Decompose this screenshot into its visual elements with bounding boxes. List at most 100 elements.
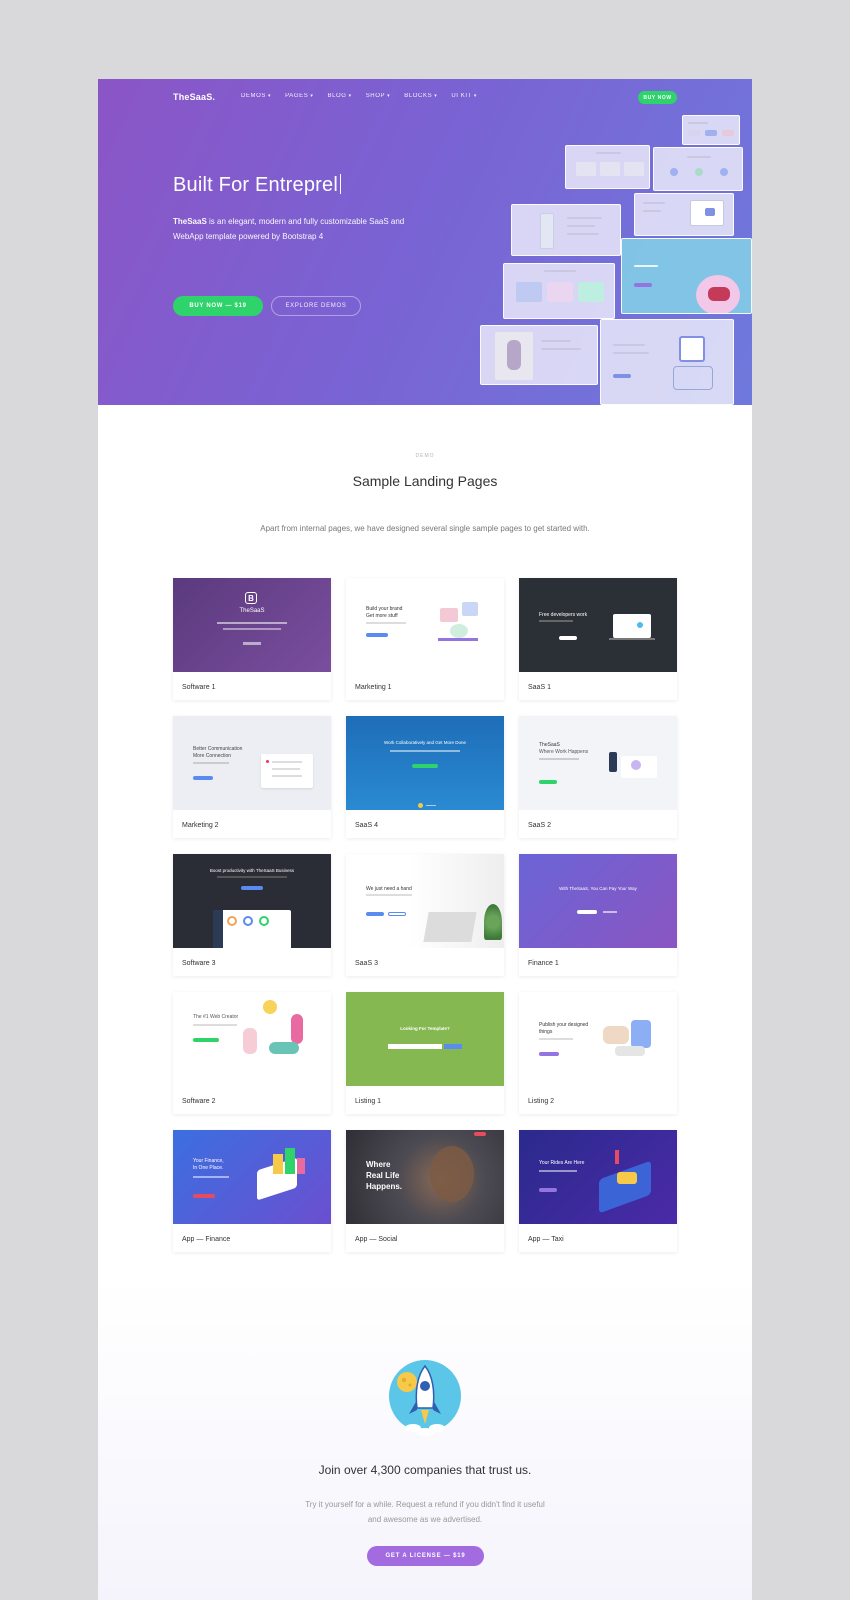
hero-title-text: Built For Entreprel <box>173 174 338 196</box>
thumbnail-title: With TheSaaS, You Can Pay Your Way <box>559 886 637 891</box>
demo-thumbnail: Looking For Template? <box>346 992 504 1086</box>
thumbnail-title: Boost productivity with TheSaaS Business <box>209 868 295 873</box>
section-description: Apart from internal pages, we have desig… <box>260 524 590 533</box>
demo-card-software-2[interactable]: The #1 Web Creator Software 2 <box>173 992 331 1114</box>
logo[interactable]: TheSaaS. <box>173 92 215 102</box>
thumbnail-subtitle: More Connection <box>193 753 232 759</box>
mockup-thumbnail <box>565 145 650 189</box>
hero-buy-button[interactable]: BUY NOW — $19 <box>173 296 263 316</box>
card-label: Marketing 1 <box>355 684 392 691</box>
nav-item-label: BLOG <box>327 93 347 99</box>
demo-card-saas-2[interactable]: TheSaaS Where Work Happens SaaS 2 <box>519 716 677 838</box>
demo-thumbnail: Work Collaboratively and Get More Done <box>346 716 504 810</box>
demo-card-software-3[interactable]: Boost productivity with TheSaaS Business… <box>173 854 331 976</box>
nav-item-pages[interactable]: PAGES ▾ <box>285 93 313 99</box>
nav-item-shop[interactable]: SHOP ▾ <box>366 93 391 99</box>
thumbnail-title: Your Rides Are Here <box>539 1160 585 1166</box>
card-label: App — Taxi <box>528 1236 564 1243</box>
mockup-thumbnail <box>511 204 621 256</box>
nav-item-label: BLOCKS <box>404 93 433 99</box>
hero-title: Built For Entreprel <box>173 174 341 197</box>
nav-item-label: DEMOS <box>241 93 267 99</box>
card-label: SaaS 3 <box>355 960 378 967</box>
nav-item-blog[interactable]: BLOG ▾ <box>328 93 352 99</box>
demo-card-software-1[interactable]: B TheSaaS Software 1 <box>173 578 331 700</box>
hero-section: TheSaaS. DEMOS ▾ PAGES ▾ BLOG ▾ SHOP ▾ BLOCK… <box>98 79 752 405</box>
thumbnail-title: TheSaaS <box>539 742 560 748</box>
demo-thumbnail: Boost productivity with TheSaaS Business <box>173 854 331 948</box>
cta-description: Try it yourself for a while. Request a r… <box>305 1500 545 1524</box>
thumbnail-title: The #1 Web Creator <box>193 1014 239 1020</box>
rocket-icon <box>389 1360 461 1436</box>
demo-thumbnail: Publish your designed things <box>519 992 677 1086</box>
card-label: SaaS 2 <box>528 822 551 829</box>
card-label: Listing 2 <box>528 1098 555 1105</box>
demo-thumbnail: We just need a hand <box>346 854 504 948</box>
thumbnail-title: Better Communication <box>193 746 243 752</box>
buy-now-button[interactable]: BUY NOW <box>638 91 677 104</box>
thumbnail-title: Happens. <box>366 1182 403 1191</box>
bootstrap-icon: B <box>245 592 257 604</box>
explore-demos-button[interactable]: EXPLORE DEMOS <box>271 296 361 316</box>
card-label: Software 3 <box>182 960 216 967</box>
mockup-thumbnail <box>600 319 734 405</box>
card-label: Software 2 <box>182 1098 216 1105</box>
thumbnail-subtitle: In One Place. <box>193 1165 224 1171</box>
demo-card-listing-1[interactable]: Looking For Template? Listing 1 <box>346 992 504 1114</box>
main-nav: DEMOS ▾ PAGES ▾ BLOG ▾ SHOP ▾ BLOCKS ▾ UI KIT… <box>241 93 491 99</box>
section-eyebrow: DEMO <box>415 453 435 459</box>
thumbnail-title: Looking For Template? <box>400 1026 450 1031</box>
demo-card-saas-1[interactable]: Free developers work SaaS 1 <box>519 578 677 700</box>
thumbnail-subtitle: Where Work Happens <box>539 749 589 755</box>
thumbnail-title: Real Life <box>366 1171 400 1180</box>
demo-thumbnail: The #1 Web Creator <box>173 992 331 1086</box>
get-license-button[interactable]: GET A LICENSE — $19 <box>367 1546 484 1566</box>
demo-card-marketing-2[interactable]: Better Communication More Connection Mar… <box>173 716 331 838</box>
hero-description-text: is an elegant, modern and fully customiz… <box>173 217 405 241</box>
mockup-thumbnail <box>653 147 743 191</box>
demo-card-saas-3[interactable]: We just need a hand SaaS 3 <box>346 854 504 976</box>
thumbnail-title: Free developers work <box>539 612 588 618</box>
card-label: Software 1 <box>182 684 216 691</box>
card-label: App — Finance <box>182 1236 231 1243</box>
cta-title: Join over 4,300 companies that trust us. <box>318 1463 532 1477</box>
demo-thumbnail: Your Finance, In One Place. <box>173 1130 331 1224</box>
card-label: Marketing 2 <box>182 822 219 829</box>
card-label: Listing 1 <box>355 1098 382 1105</box>
demo-card-finance-1[interactable]: With TheSaaS, You Can Pay Your Way Finan… <box>519 854 677 976</box>
mockup-thumbnail <box>480 325 598 385</box>
demo-thumbnail: Build your brand Get more stuff <box>346 578 504 672</box>
demo-thumbnail: Where Real Life Happens. <box>346 1130 504 1224</box>
demo-card-listing-2[interactable]: Publish your designed things Listing 2 <box>519 992 677 1114</box>
demo-thumbnail: Better Communication More Connection <box>173 716 331 810</box>
card-label: Finance 1 <box>528 960 559 967</box>
demo-thumbnail: With TheSaaS, You Can Pay Your Way <box>519 854 677 948</box>
demo-card-marketing-1[interactable]: Build your brand Get more stuff Marketin… <box>346 578 504 700</box>
thumbnail-subtitle: Get more stuff <box>366 613 398 619</box>
chevron-down-icon: ▾ <box>310 93 314 99</box>
demo-card-app-social[interactable]: Where Real Life Happens. App — Social <box>346 1130 504 1252</box>
mockup-thumbnail <box>621 238 752 314</box>
demo-thumbnail: B TheSaaS <box>173 578 331 672</box>
card-label: App — Social <box>355 1236 398 1243</box>
demo-thumbnail: TheSaaS Where Work Happens <box>519 716 677 810</box>
typing-cursor <box>339 174 341 194</box>
thumbnail-title: Publish your designed <box>539 1022 589 1028</box>
thumbnail-title: Build your brand <box>366 606 403 612</box>
nav-item-blocks[interactable]: BLOCKS ▾ <box>404 93 437 99</box>
demo-card-app-taxi[interactable]: Your Rides Are Here App — Taxi <box>519 1130 677 1252</box>
demo-card-saas-4[interactable]: Work Collaboratively and Get More Done S… <box>346 716 504 838</box>
nav-item-label: SHOP <box>365 93 386 99</box>
demo-card-app-finance[interactable]: Your Finance, In One Place. App — Financ… <box>173 1130 331 1252</box>
nav-item-demos[interactable]: DEMOS ▾ <box>241 93 271 99</box>
thumbnail-title: Your Finance, <box>193 1158 224 1164</box>
hero-description: TheSaaS is an elegant, modern and fully … <box>173 214 413 244</box>
thumbnail-title: We just need a hand <box>366 886 412 892</box>
mockup-thumbnail <box>634 193 734 236</box>
thumbnail-title: Work Collaboratively and Get More Done <box>384 740 466 745</box>
card-label: SaaS 1 <box>528 684 551 691</box>
nav-item-label: UI KIT <box>451 93 472 99</box>
chevron-down-icon: ▾ <box>434 93 438 99</box>
demo-thumbnail: Free developers work <box>519 578 677 672</box>
nav-item-ui-kit[interactable]: UI KIT ▾ <box>451 93 477 99</box>
